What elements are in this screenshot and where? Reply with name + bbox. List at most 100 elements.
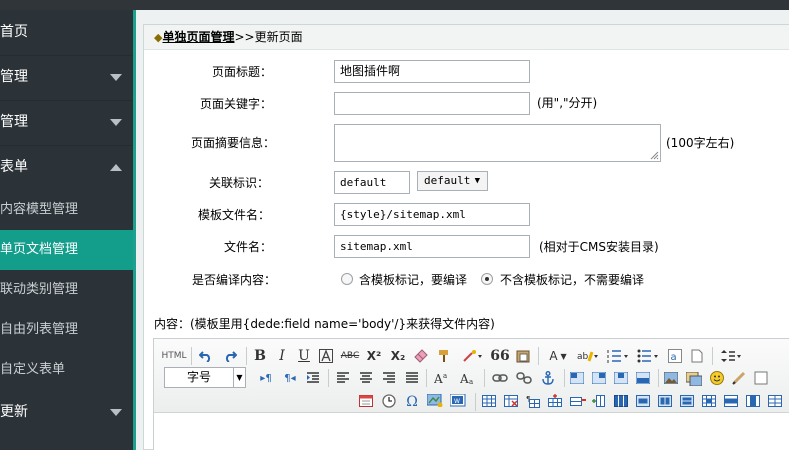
tag-label: 关联标识：	[208, 176, 269, 190]
template-label: 模板文件名：	[197, 208, 270, 222]
special-char-icon[interactable]: Ω	[404, 392, 420, 412]
image-icon[interactable]	[663, 371, 679, 385]
sidebar-item-manage-2[interactable]: 管理	[0, 100, 133, 145]
font-size-value: 字号	[187, 370, 212, 384]
sidebar-item-linkage-category[interactable]: 联动类别管理	[0, 270, 133, 310]
undo-icon[interactable]	[196, 346, 216, 366]
image-none-icon[interactable]	[635, 371, 651, 385]
insert-paragraph-before-table-icon[interactable]: ¶	[526, 395, 540, 408]
html-source-button[interactable]: HTML	[161, 346, 186, 366]
insert-row-icon[interactable]	[548, 394, 562, 407]
split-cols-icon[interactable]	[746, 395, 760, 407]
chevron-up-icon	[109, 145, 123, 190]
time-icon[interactable]	[382, 394, 396, 408]
summary-textarea[interactable]	[334, 124, 661, 162]
ltr-button[interactable]: ▸¶	[256, 368, 276, 388]
align-center-icon[interactable]	[357, 368, 375, 388]
split-rows-icon[interactable]	[724, 395, 738, 407]
compile-radio-no[interactable]	[481, 273, 493, 285]
insert-column-icon[interactable]	[592, 394, 606, 407]
sidebar-item-update[interactable]: 更新	[0, 390, 133, 435]
blockquote-button[interactable]: 66	[490, 346, 510, 366]
scrawl-icon[interactable]	[732, 371, 746, 385]
font-size-select[interactable]: 字号 ▼	[164, 367, 246, 388]
tag-select[interactable]: default ▼	[417, 171, 488, 191]
subscript-button[interactable]: X₂	[388, 346, 408, 366]
strikethrough-button[interactable]: ABC	[339, 346, 361, 366]
line-height-icon[interactable]	[717, 346, 745, 366]
paste-plain-icon[interactable]	[514, 346, 532, 366]
link-at-icon[interactable]: a	[666, 346, 684, 366]
compile-radio-yes-label: 含模板标记，要编译	[359, 273, 468, 287]
rtl-button[interactable]: ¶◂	[280, 368, 300, 388]
dropdown-arrow-icon: ▼	[474, 176, 480, 186]
lowercase-icon[interactable]: Aa	[458, 368, 478, 388]
merge-down-icon[interactable]	[680, 395, 694, 407]
filename-label: 文件名：	[223, 240, 272, 254]
align-left-icon[interactable]	[334, 368, 352, 388]
toolbar-separator	[712, 347, 713, 365]
highlight-color-icon[interactable]: ab	[574, 346, 602, 366]
superscript-button[interactable]: X²	[364, 346, 384, 366]
auto-format-icon[interactable]	[460, 346, 486, 366]
italic-button[interactable]: I	[273, 346, 291, 366]
emoticon-icon[interactable]	[710, 371, 724, 385]
sidebar-item-custom-form[interactable]: 自定义表单	[0, 350, 133, 390]
title-field[interactable]: 地图插件啊	[334, 60, 530, 83]
insert-table-icon[interactable]	[482, 395, 496, 407]
unordered-list-icon[interactable]	[634, 346, 662, 366]
keywords-field[interactable]	[334, 92, 530, 115]
editor-body[interactable]	[154, 414, 789, 450]
sidebar-item-forms[interactable]: 表单	[0, 145, 133, 190]
font-color-button[interactable]: A ▼	[544, 346, 572, 366]
font-border-icon[interactable]	[317, 346, 335, 366]
breadcrumb-link-single-page[interactable]: 单独页面管理	[162, 30, 234, 44]
image-float-right-icon[interactable]	[591, 371, 607, 385]
table-properties-icon[interactable]	[768, 395, 782, 407]
compile-radio-yes[interactable]	[341, 273, 353, 285]
multi-image-icon[interactable]	[685, 371, 703, 387]
indent-icon[interactable]	[304, 368, 322, 388]
uppercase-icon[interactable]: Aa	[432, 368, 452, 388]
insert-map-icon[interactable]	[426, 393, 443, 408]
date-icon[interactable]	[359, 394, 373, 407]
sidebar-item-content-model[interactable]: 内容模型管理	[0, 190, 133, 230]
link-icon[interactable]	[490, 368, 510, 388]
bold-button[interactable]: B	[251, 346, 269, 366]
insert-frame-icon[interactable]: W	[449, 393, 466, 407]
format-brush-icon[interactable]	[436, 346, 454, 366]
unlink-icon[interactable]	[514, 368, 534, 388]
anchor-icon[interactable]	[538, 368, 558, 388]
sidebar-item-label: 管理	[0, 69, 28, 85]
sidebar-item-single-page[interactable]: 单页文档管理	[0, 230, 133, 270]
page-break-icon[interactable]	[688, 346, 706, 366]
sidebar-item-home[interactable]: 首页	[0, 10, 133, 55]
redo-icon[interactable]	[220, 346, 240, 366]
underline-button[interactable]: U	[295, 346, 313, 366]
svg-text:a: a	[671, 352, 677, 363]
eraser-icon[interactable]	[412, 346, 430, 366]
sidebar-item-label: 更新	[0, 404, 28, 420]
sidebar-item-free-list[interactable]: 自由列表管理	[0, 310, 133, 350]
delete-column-icon[interactable]	[614, 395, 628, 407]
attachment-icon[interactable]	[754, 371, 768, 385]
align-justify-icon[interactable]	[403, 368, 421, 388]
resize-grip-icon[interactable]	[650, 151, 659, 160]
split-cells-icon[interactable]	[702, 395, 716, 407]
align-right-icon[interactable]	[380, 368, 398, 388]
filename-field[interactable]: sitemap.xml	[334, 235, 530, 258]
toolbar-separator	[475, 393, 476, 411]
image-center-icon[interactable]	[613, 371, 629, 385]
content-label: 内容：(模板里用{dede:field name='body'/}来获得文件内容…	[154, 317, 495, 331]
image-float-left-icon[interactable]	[569, 371, 585, 385]
template-field[interactable]: {style}/sitemap.xml	[334, 203, 530, 226]
delete-table-icon[interactable]	[504, 395, 518, 407]
tag-field[interactable]: default	[334, 171, 410, 194]
delete-row-icon[interactable]	[570, 394, 586, 406]
merge-cells-icon[interactable]	[636, 395, 650, 407]
ordered-list-icon[interactable]	[604, 346, 632, 366]
merge-right-icon[interactable]	[658, 395, 672, 407]
sidebar-item-manage-1[interactable]: 管理	[0, 55, 133, 100]
breadcrumb-current: 更新页面	[254, 30, 303, 44]
svg-text:W: W	[454, 398, 460, 405]
